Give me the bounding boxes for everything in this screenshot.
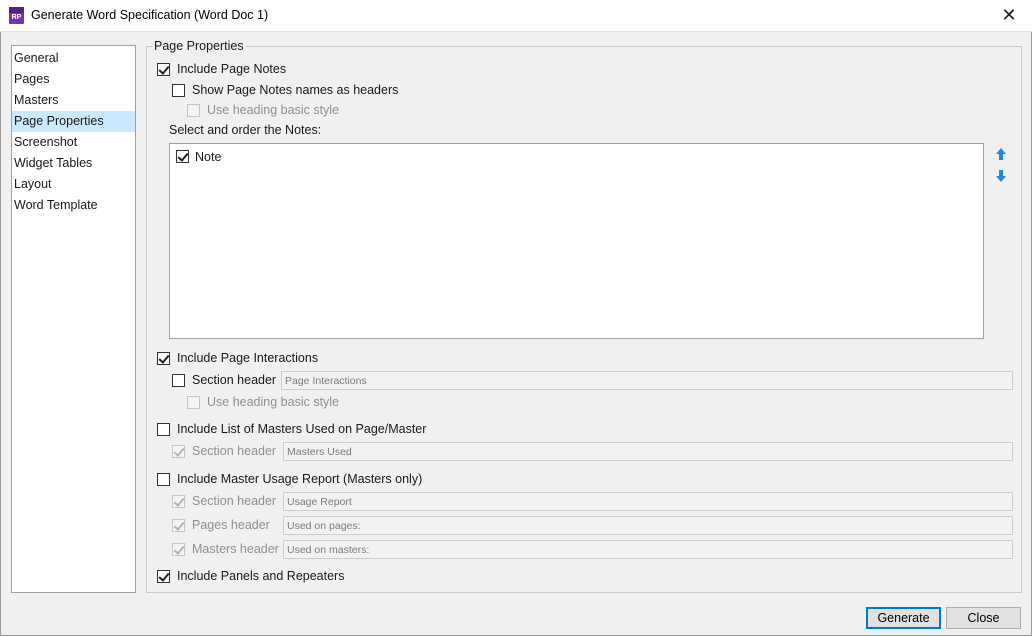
nav-item-layout[interactable]: Layout <box>12 174 135 195</box>
include-page-notes-label: Include Page Notes <box>177 62 287 76</box>
window-title: Generate Word Specification (Word Doc 1) <box>31 8 269 22</box>
note-label[interactable]: Note <box>195 150 221 164</box>
title-bar: RP Generate Word Specification (Word Doc… <box>0 0 1032 32</box>
interactions-section-header-label: Section header <box>192 373 277 387</box>
nav-item-pages[interactable]: Pages <box>12 69 135 90</box>
show-notes-headers-checkbox[interactable] <box>172 84 185 97</box>
close-button[interactable]: Close <box>946 607 1021 629</box>
usage-masters-header-input[interactable] <box>283 540 1013 559</box>
include-panels-label: Include Panels and Repeaters <box>177 569 345 583</box>
generate-button[interactable]: Generate <box>866 607 941 629</box>
include-master-usage-checkbox[interactable] <box>157 473 170 486</box>
include-interactions-label: Include Page Interactions <box>177 351 319 365</box>
usage-pages-header-label: Pages header <box>192 518 270 532</box>
show-notes-headers-label: Show Page Notes names as headers <box>192 83 399 97</box>
usage-section-header-label: Section header <box>192 494 277 508</box>
usage-pages-header-checkbox[interactable] <box>172 519 185 532</box>
settings-nav-list: General Pages Masters Page Properties Sc… <box>11 45 136 593</box>
usage-section-header-input[interactable] <box>283 492 1013 511</box>
masters-section-header-checkbox[interactable] <box>172 445 185 458</box>
notes-order-label: Select and order the Notes: <box>169 123 322 137</box>
nav-item-masters[interactable]: Masters <box>12 90 135 111</box>
include-interactions-checkbox[interactable] <box>157 352 170 365</box>
notes-list: Note <box>169 143 984 339</box>
notes-heading-style-label: Use heading basic style <box>207 103 340 117</box>
group-title: Page Properties <box>152 39 246 53</box>
window-close-button[interactable]: ✕ <box>986 0 1032 31</box>
nav-item-word-template[interactable]: Word Template <box>12 195 135 216</box>
app-logo-icon: RP <box>9 7 24 24</box>
move-up-icon[interactable] <box>994 147 1008 161</box>
usage-masters-header-label: Masters header <box>192 542 279 556</box>
interactions-section-header-input[interactable] <box>281 371 1013 390</box>
interactions-section-header-checkbox[interactable] <box>172 374 185 387</box>
interactions-heading-style-label: Use heading basic style <box>207 395 340 409</box>
masters-section-header-input[interactable] <box>283 442 1013 461</box>
usage-section-header-checkbox[interactable] <box>172 495 185 508</box>
include-page-notes-checkbox[interactable] <box>157 63 170 76</box>
include-masters-list-label: Include List of Masters Used on Page/Mas… <box>177 422 427 436</box>
usage-masters-header-checkbox[interactable] <box>172 543 185 556</box>
nav-item-widget-tables[interactable]: Widget Tables <box>12 153 135 174</box>
nav-item-page-properties[interactable]: Page Properties <box>12 111 135 132</box>
move-down-icon[interactable] <box>994 169 1008 183</box>
nav-item-screenshot[interactable]: Screenshot <box>12 132 135 153</box>
notes-heading-style-checkbox[interactable] <box>187 104 200 117</box>
include-masters-list-checkbox[interactable] <box>157 423 170 436</box>
masters-section-header-label: Section header <box>192 444 277 458</box>
interactions-heading-style-checkbox[interactable] <box>187 396 200 409</box>
include-panels-checkbox[interactable] <box>157 570 170 583</box>
include-master-usage-label: Include Master Usage Report (Masters onl… <box>177 472 423 486</box>
usage-pages-header-input[interactable] <box>283 516 1013 535</box>
nav-item-general[interactable]: General <box>12 48 135 69</box>
note-checkbox[interactable] <box>176 150 189 163</box>
